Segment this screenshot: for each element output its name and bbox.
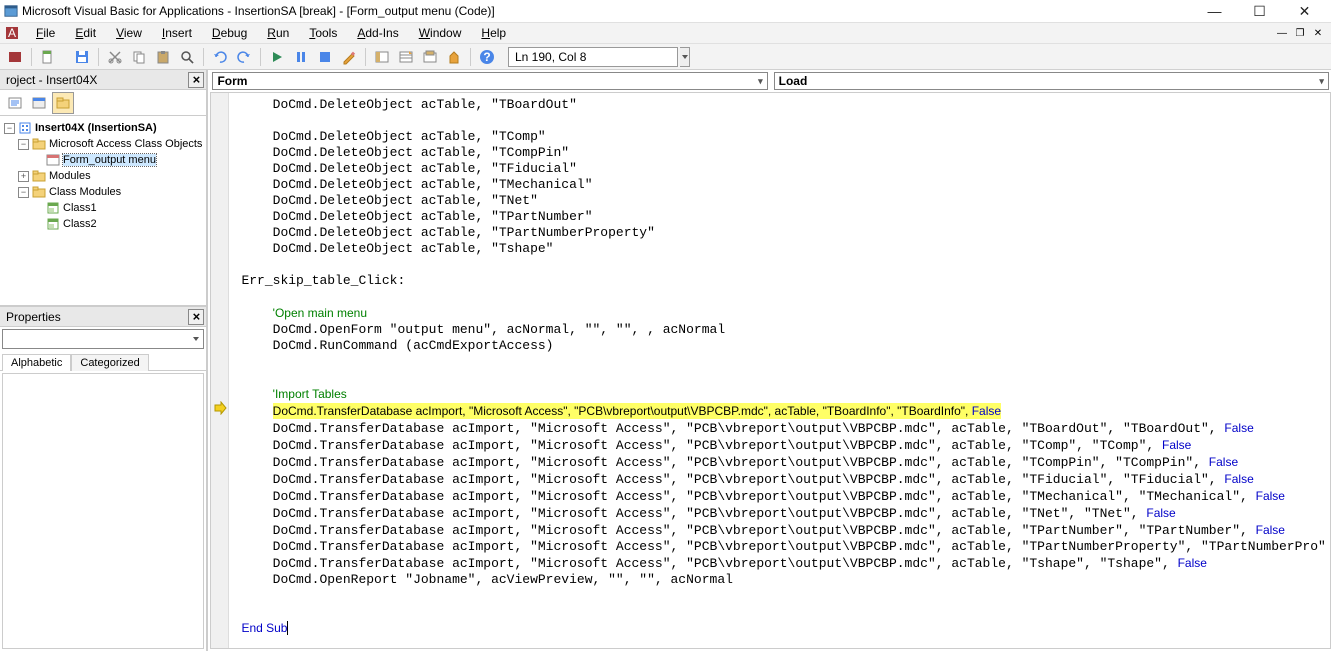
- view-object-button[interactable]: [28, 92, 50, 114]
- object-dropdown[interactable]: Form▾: [212, 72, 767, 90]
- tree-row[interactable]: − Microsoft Access Class Objects: [4, 136, 202, 152]
- tree-node-label: Insert04X (InsertionSA): [35, 122, 157, 134]
- tree-row[interactable]: + Modules: [4, 168, 202, 184]
- svg-text:?: ?: [483, 50, 490, 64]
- tree-row[interactable]: − Class Modules: [4, 184, 202, 200]
- menu-debug[interactable]: Debug: [202, 24, 257, 42]
- window-title: Microsoft Visual Basic for Applications …: [22, 4, 495, 18]
- minimize-button[interactable]: —: [1192, 0, 1237, 22]
- redo-button[interactable]: [233, 46, 255, 68]
- save-button[interactable]: [71, 46, 93, 68]
- tree-node-icon: [32, 169, 46, 183]
- menu-file[interactable]: File: [26, 24, 65, 42]
- tree-node-icon: [46, 217, 60, 231]
- menu-edit[interactable]: Edit: [65, 24, 106, 42]
- tree-node-icon: [32, 137, 46, 151]
- tree-node-label: Class2: [63, 218, 97, 230]
- access-icon: A: [4, 25, 20, 41]
- properties-button[interactable]: [395, 46, 417, 68]
- tree-node-label: Form_output menu: [63, 154, 156, 166]
- tree-expander-icon[interactable]: −: [18, 139, 29, 150]
- design-mode-button[interactable]: [338, 46, 360, 68]
- tree-node-icon: [18, 121, 32, 135]
- svg-text:A: A: [8, 26, 16, 40]
- execution-pointer-icon: [213, 401, 227, 415]
- copy-button[interactable]: [128, 46, 150, 68]
- menu-addins[interactable]: Add-Ins: [347, 24, 408, 42]
- insert-module-button[interactable]: [37, 46, 59, 68]
- main-toolbar: ? Ln 190, Col 8: [0, 44, 1331, 70]
- maximize-button[interactable]: ☐: [1237, 0, 1282, 22]
- tree-node-icon: [46, 153, 60, 167]
- mdi-close-button[interactable]: ✕: [1310, 26, 1326, 40]
- view-access-button[interactable]: [4, 46, 26, 68]
- app-icon: [4, 4, 18, 18]
- view-code-button[interactable]: [4, 92, 26, 114]
- properties-panel-title: Properties: [6, 310, 61, 324]
- tree-row[interactable]: Class2: [4, 216, 202, 232]
- procedure-dropdown[interactable]: Load▾: [774, 72, 1329, 90]
- find-button[interactable]: [176, 46, 198, 68]
- cursor-position-dropdown[interactable]: [680, 47, 690, 67]
- code-editor[interactable]: DoCmd.DeleteObject acTable, "TBoardOut" …: [210, 92, 1330, 649]
- reset-button[interactable]: [314, 46, 336, 68]
- toggle-folders-button[interactable]: [52, 92, 74, 114]
- properties-object-dropdown[interactable]: [2, 329, 204, 349]
- project-toolbar: [0, 90, 206, 116]
- menu-window[interactable]: Window: [409, 24, 472, 42]
- close-button[interactable]: ✕: [1282, 0, 1327, 22]
- project-explorer-button[interactable]: [371, 46, 393, 68]
- undo-button[interactable]: [209, 46, 231, 68]
- run-button[interactable]: [266, 46, 288, 68]
- mdi-restore-button[interactable]: ❐: [1292, 26, 1308, 40]
- menu-run[interactable]: Run: [257, 24, 299, 42]
- tree-node-label: Class Modules: [49, 186, 121, 198]
- menu-view[interactable]: View: [106, 24, 152, 42]
- tree-expander-icon[interactable]: −: [4, 123, 15, 134]
- properties-panel-close-button[interactable]: ×: [188, 309, 204, 325]
- project-panel-header: roject - Insert04X ×: [0, 70, 206, 90]
- properties-tab-alphabetic[interactable]: Alphabetic: [2, 354, 71, 371]
- properties-tab-categorized[interactable]: Categorized: [71, 354, 148, 371]
- properties-grid[interactable]: [2, 373, 204, 649]
- tree-node-icon: [46, 201, 60, 215]
- titlebar: Microsoft Visual Basic for Applications …: [0, 0, 1331, 22]
- break-button[interactable]: [290, 46, 312, 68]
- properties-panel-header: Properties ×: [0, 307, 206, 327]
- tree-node-icon: [32, 185, 46, 199]
- menu-help[interactable]: Help: [471, 24, 516, 42]
- cursor-position-field: Ln 190, Col 8: [508, 47, 678, 67]
- tree-node-label: Modules: [49, 170, 91, 182]
- tree-node-label: Class1: [63, 202, 97, 214]
- project-panel-close-button[interactable]: ×: [188, 72, 204, 88]
- mdi-minimize-button[interactable]: —: [1274, 26, 1290, 40]
- cut-button[interactable]: [104, 46, 126, 68]
- tree-row[interactable]: Form_output menu: [4, 152, 202, 168]
- project-tree[interactable]: −Insert04X (InsertionSA)−Microsoft Acces…: [0, 116, 206, 306]
- toolbox-button[interactable]: [443, 46, 465, 68]
- tree-row[interactable]: Class1: [4, 200, 202, 216]
- tree-node-label: Microsoft Access Class Objects: [49, 138, 202, 150]
- paste-button[interactable]: [152, 46, 174, 68]
- tree-expander-icon[interactable]: −: [18, 187, 29, 198]
- menu-tools[interactable]: Tools: [299, 24, 347, 42]
- help-button[interactable]: ?: [476, 46, 498, 68]
- menubar: A FileEditViewInsertDebugRunToolsAdd-Ins…: [0, 22, 1331, 44]
- tree-row[interactable]: − Insert04X (InsertionSA): [4, 120, 202, 136]
- object-browser-button[interactable]: [419, 46, 441, 68]
- tree-expander-icon[interactable]: +: [18, 171, 29, 182]
- menu-insert[interactable]: Insert: [152, 24, 202, 42]
- project-panel-title: roject - Insert04X: [6, 73, 97, 87]
